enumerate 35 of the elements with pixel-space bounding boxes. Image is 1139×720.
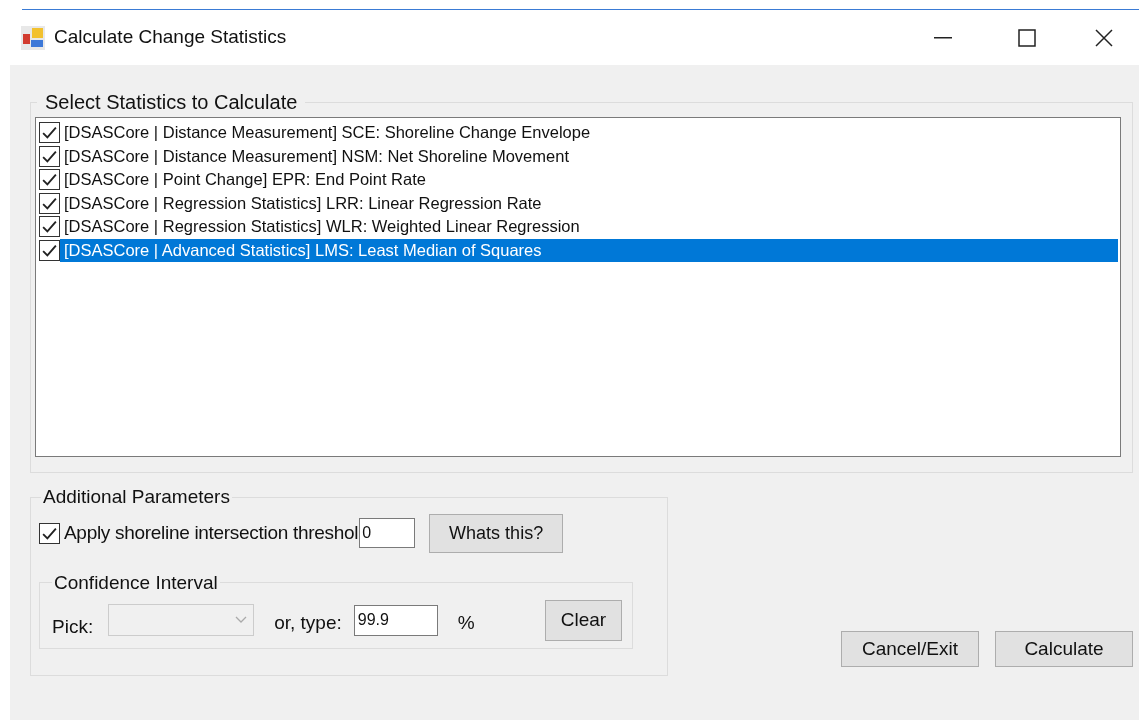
list-item[interactable]: [DSASCore | Distance Measurement] SCE: Shoreline Change Envelope (60, 121, 1118, 145)
group-title: Select Statistics to Calculate (44, 90, 299, 115)
minimize-icon (934, 36, 952, 39)
list-item[interactable]: [DSASCore | Regression Statistics] LRR: Linear Regression Rate (60, 191, 1118, 215)
list-item[interactable]: [DSASCore | Distance Measurement] NSM: Net Shoreline Movement (60, 144, 1118, 168)
help-button[interactable]: Whats this? (429, 513, 564, 553)
checkbox[interactable] (39, 216, 60, 238)
checkbox-label: Apply shoreline intersection threshol (64, 520, 359, 545)
dialog-button[interactable]: Calculate (995, 631, 1133, 667)
app-icon (20, 24, 46, 51)
close-icon (1095, 28, 1113, 47)
list-item[interactable]: [DSASCore | Advanced Statistics] LMS: Least Median of Squares (60, 238, 1118, 262)
group-title: Additional Parameters (42, 485, 231, 509)
checkbox[interactable] (39, 169, 60, 191)
percent-label: % (457, 611, 475, 635)
list-item[interactable]: [DSASCore | Regression Statistics] WLR: Weighted Linear Regression (60, 215, 1118, 239)
maximize-icon (1018, 28, 1036, 47)
checkbox[interactable] (39, 192, 60, 214)
confidence-field[interactable]: 99.9 (353, 604, 438, 636)
pick-label: Pick: (52, 615, 94, 639)
clear-button[interactable]: Clear (545, 599, 622, 641)
list-item[interactable]: [DSASCore | Point Change] EPR: End Point Rate (60, 168, 1118, 192)
window-title: Calculate Change Statistics (54, 25, 287, 50)
check-icon (41, 218, 58, 236)
chevron-down-icon (235, 616, 248, 625)
checkbox[interactable] (39, 145, 60, 167)
check-icon (41, 171, 58, 189)
checkbox[interactable] (39, 239, 60, 261)
checkbox[interactable] (39, 522, 60, 544)
dialog-button[interactable]: Cancel/Exit (841, 631, 979, 667)
check-icon (41, 124, 58, 142)
checkbox[interactable] (39, 122, 60, 144)
type-label: or, type: (274, 611, 342, 635)
group-title: Confidence Interval (53, 570, 219, 595)
threshold-field[interactable]: 0 (359, 518, 416, 548)
